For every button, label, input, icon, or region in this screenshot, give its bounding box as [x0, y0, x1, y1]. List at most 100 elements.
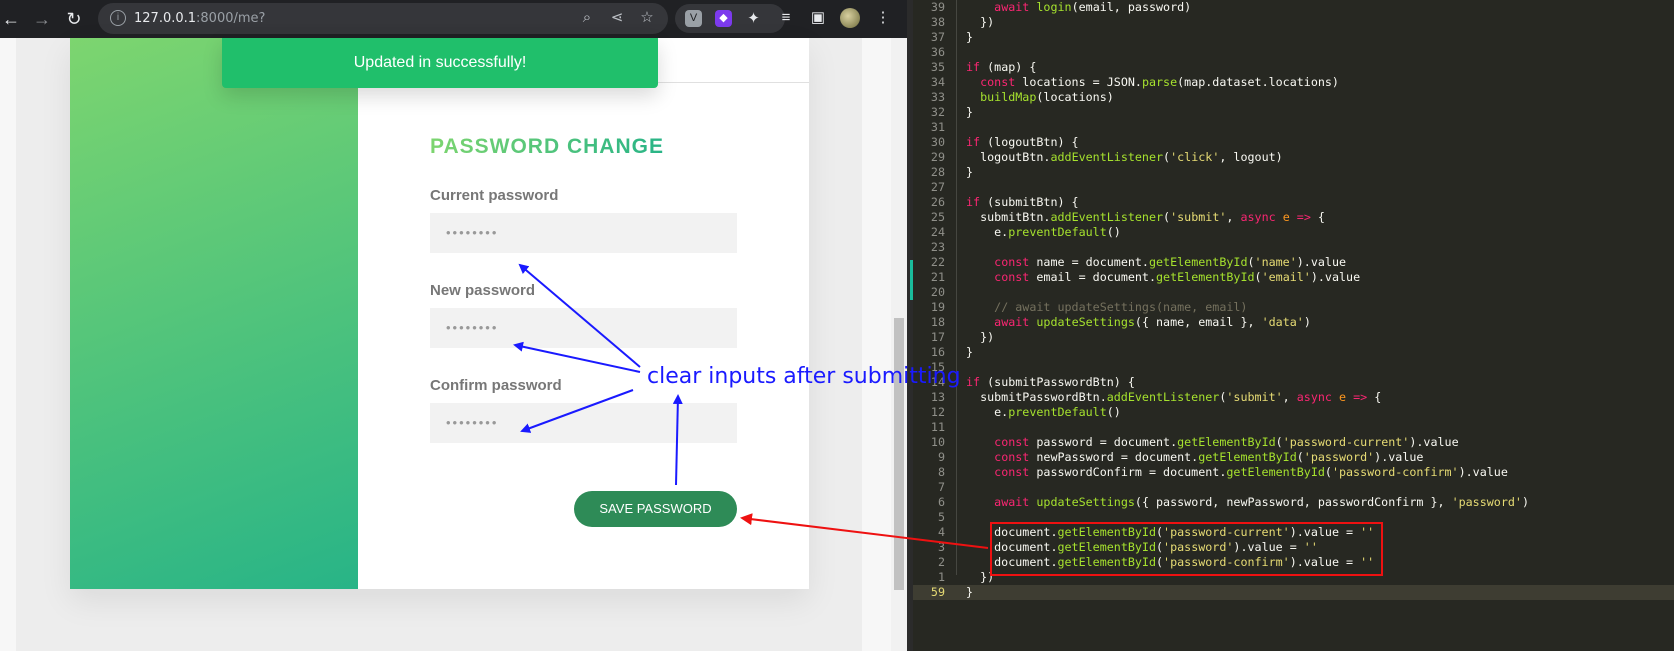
- code-line[interactable]: 24 e.preventDefault(): [913, 225, 1674, 240]
- code-text[interactable]: if (map) {: [966, 60, 1036, 75]
- code-line[interactable]: 36: [913, 45, 1674, 60]
- code-text[interactable]: if (submitBtn) {: [966, 195, 1079, 210]
- info-icon[interactable]: i: [110, 10, 126, 26]
- line-number: 33: [930, 90, 945, 104]
- menu-icon[interactable]: ⋮: [873, 8, 893, 28]
- code-line[interactable]: 33 buildMap(locations): [913, 90, 1674, 105]
- extensions-icon[interactable]: ✦: [745, 10, 762, 27]
- code-text[interactable]: submitPasswordBtn.addEventListener('subm…: [966, 390, 1381, 405]
- code-text[interactable]: }): [966, 330, 994, 345]
- code-line[interactable]: 25 submitBtn.addEventListener('submit', …: [913, 210, 1674, 225]
- code-line[interactable]: 34 const locations = JSON.parse(map.data…: [913, 75, 1674, 90]
- code-line[interactable]: 37}: [913, 30, 1674, 45]
- zoom-icon[interactable]: ⌕: [578, 9, 596, 27]
- code-line[interactable]: 32}: [913, 105, 1674, 120]
- code-text[interactable]: }: [966, 165, 973, 180]
- code-line[interactable]: 10 const password = document.getElementB…: [913, 435, 1674, 450]
- code-line[interactable]: 20: [913, 285, 1674, 300]
- code-line[interactable]: 27: [913, 180, 1674, 195]
- code-line[interactable]: 26 if (submitBtn) {: [913, 195, 1674, 210]
- code-line[interactable]: 22 const name = document.getElementById(…: [913, 255, 1674, 270]
- code-text[interactable]: logoutBtn.addEventListener('click', logo…: [966, 150, 1283, 165]
- line-number: 24: [930, 225, 945, 239]
- code-line[interactable]: 11: [913, 420, 1674, 435]
- code-line[interactable]: 6 await updateSettings({ password, newPa…: [913, 495, 1674, 510]
- page-scrollbar[interactable]: [891, 38, 907, 651]
- scrollbar-thumb[interactable]: [894, 318, 904, 590]
- profile-avatar[interactable]: [840, 8, 860, 28]
- code-text[interactable]: await login(email, password): [966, 0, 1191, 15]
- code-text[interactable]: const name = document.getElementById('na…: [966, 255, 1346, 270]
- code-line[interactable]: 8 const passwordConfirm = document.getEl…: [913, 465, 1674, 480]
- code-line[interactable]: 17 }): [913, 330, 1674, 345]
- code-text[interactable]: const newPassword = document.getElementB…: [966, 450, 1423, 465]
- code-text[interactable]: if (logoutBtn) {: [966, 135, 1079, 150]
- star-icon[interactable]: ☆: [638, 9, 656, 27]
- code-line[interactable]: 31: [913, 120, 1674, 135]
- sidepanel-icon[interactable]: ▣: [808, 8, 828, 28]
- forward-icon[interactable]: →: [31, 8, 53, 30]
- current-password-input[interactable]: ••••••••: [430, 213, 737, 253]
- code-line[interactable]: 19 // await updateSettings(name, email): [913, 300, 1674, 315]
- code-line[interactable]: 9 const newPassword = document.getElemen…: [913, 450, 1674, 465]
- line-number: 2: [937, 555, 945, 569]
- reload-icon[interactable]: ↻: [63, 8, 85, 30]
- code-text[interactable]: if (submitPasswordBtn) {: [966, 375, 1135, 390]
- new-password-input[interactable]: ••••••••: [430, 308, 737, 348]
- code-line[interactable]: 59}: [913, 585, 1674, 600]
- extensions-bar: V ◆ ✦: [675, 4, 785, 33]
- code-line[interactable]: 16}: [913, 345, 1674, 360]
- line-number: 59: [930, 585, 945, 599]
- code-text[interactable]: submitBtn.addEventListener('submit', asy…: [966, 210, 1325, 225]
- code-text[interactable]: const passwordConfirm = document.getElem…: [966, 465, 1508, 480]
- code-line[interactable]: 12 e.preventDefault(): [913, 405, 1674, 420]
- code-text[interactable]: // await updateSettings(name, email): [966, 300, 1247, 315]
- code-line[interactable]: 29 logoutBtn.addEventListener('click', l…: [913, 150, 1674, 165]
- account-sidebar: [70, 38, 358, 589]
- share-icon[interactable]: ⋖: [608, 9, 626, 27]
- code-line[interactable]: 23: [913, 240, 1674, 255]
- line-number: 13: [930, 390, 945, 404]
- code-line[interactable]: 39 await login(email, password): [913, 0, 1674, 15]
- code-line[interactable]: 13 submitPasswordBtn.addEventListener('s…: [913, 390, 1674, 405]
- code-text[interactable]: const password = document.getElementById…: [966, 435, 1458, 450]
- back-icon[interactable]: ←: [0, 8, 22, 30]
- success-toast: Updated in successfully!: [222, 38, 658, 88]
- code-text[interactable]: await updateSettings({ password, newPass…: [966, 495, 1529, 510]
- code-text[interactable]: }: [966, 585, 973, 600]
- line-number: 29: [930, 150, 945, 164]
- line-number: 9: [937, 450, 945, 464]
- code-text[interactable]: const email = document.getElementById('e…: [966, 270, 1360, 285]
- code-text[interactable]: }: [966, 105, 973, 120]
- code-line[interactable]: 15: [913, 360, 1674, 375]
- save-password-button[interactable]: SAVE PASSWORD: [574, 491, 737, 527]
- code-line[interactable]: 38 }): [913, 15, 1674, 30]
- url-text[interactable]: 127.0.0.1:8000/me?: [134, 11, 265, 26]
- line-number: 11: [930, 420, 945, 434]
- line-number: 37: [930, 30, 945, 44]
- code-line[interactable]: 7: [913, 480, 1674, 495]
- extension-v-icon[interactable]: V: [685, 10, 702, 27]
- code-text[interactable]: buildMap(locations): [966, 90, 1114, 105]
- code-line[interactable]: 14 if (submitPasswordBtn) {: [913, 375, 1674, 390]
- address-bar[interactable]: i 127.0.0.1:8000/me? ⌕ ⋖ ☆: [98, 3, 668, 34]
- line-number: 4: [937, 525, 945, 539]
- code-text[interactable]: }: [966, 30, 973, 45]
- code-line[interactable]: 18 await updateSettings({ name, email },…: [913, 315, 1674, 330]
- media-icon[interactable]: ≡: [776, 8, 796, 28]
- code-line[interactable]: 28}: [913, 165, 1674, 180]
- confirm-password-input[interactable]: ••••••••: [430, 403, 737, 443]
- line-number: 23: [930, 240, 945, 254]
- code-text[interactable]: e.preventDefault(): [966, 225, 1121, 240]
- code-line[interactable]: 21 const email = document.getElementById…: [913, 270, 1674, 285]
- code-text[interactable]: await updateSettings({ name, email }, 'd…: [966, 315, 1311, 330]
- code-line[interactable]: 30 if (logoutBtn) {: [913, 135, 1674, 150]
- code-text[interactable]: }: [966, 345, 973, 360]
- code-line[interactable]: 35 if (map) {: [913, 60, 1674, 75]
- extension-purple-icon[interactable]: ◆: [715, 10, 732, 27]
- code-text[interactable]: const locations = JSON.parse(map.dataset…: [966, 75, 1339, 90]
- current-password-label: Current password: [430, 187, 559, 204]
- code-text[interactable]: }): [966, 15, 994, 30]
- line-number: 10: [930, 435, 945, 449]
- code-text[interactable]: e.preventDefault(): [966, 405, 1121, 420]
